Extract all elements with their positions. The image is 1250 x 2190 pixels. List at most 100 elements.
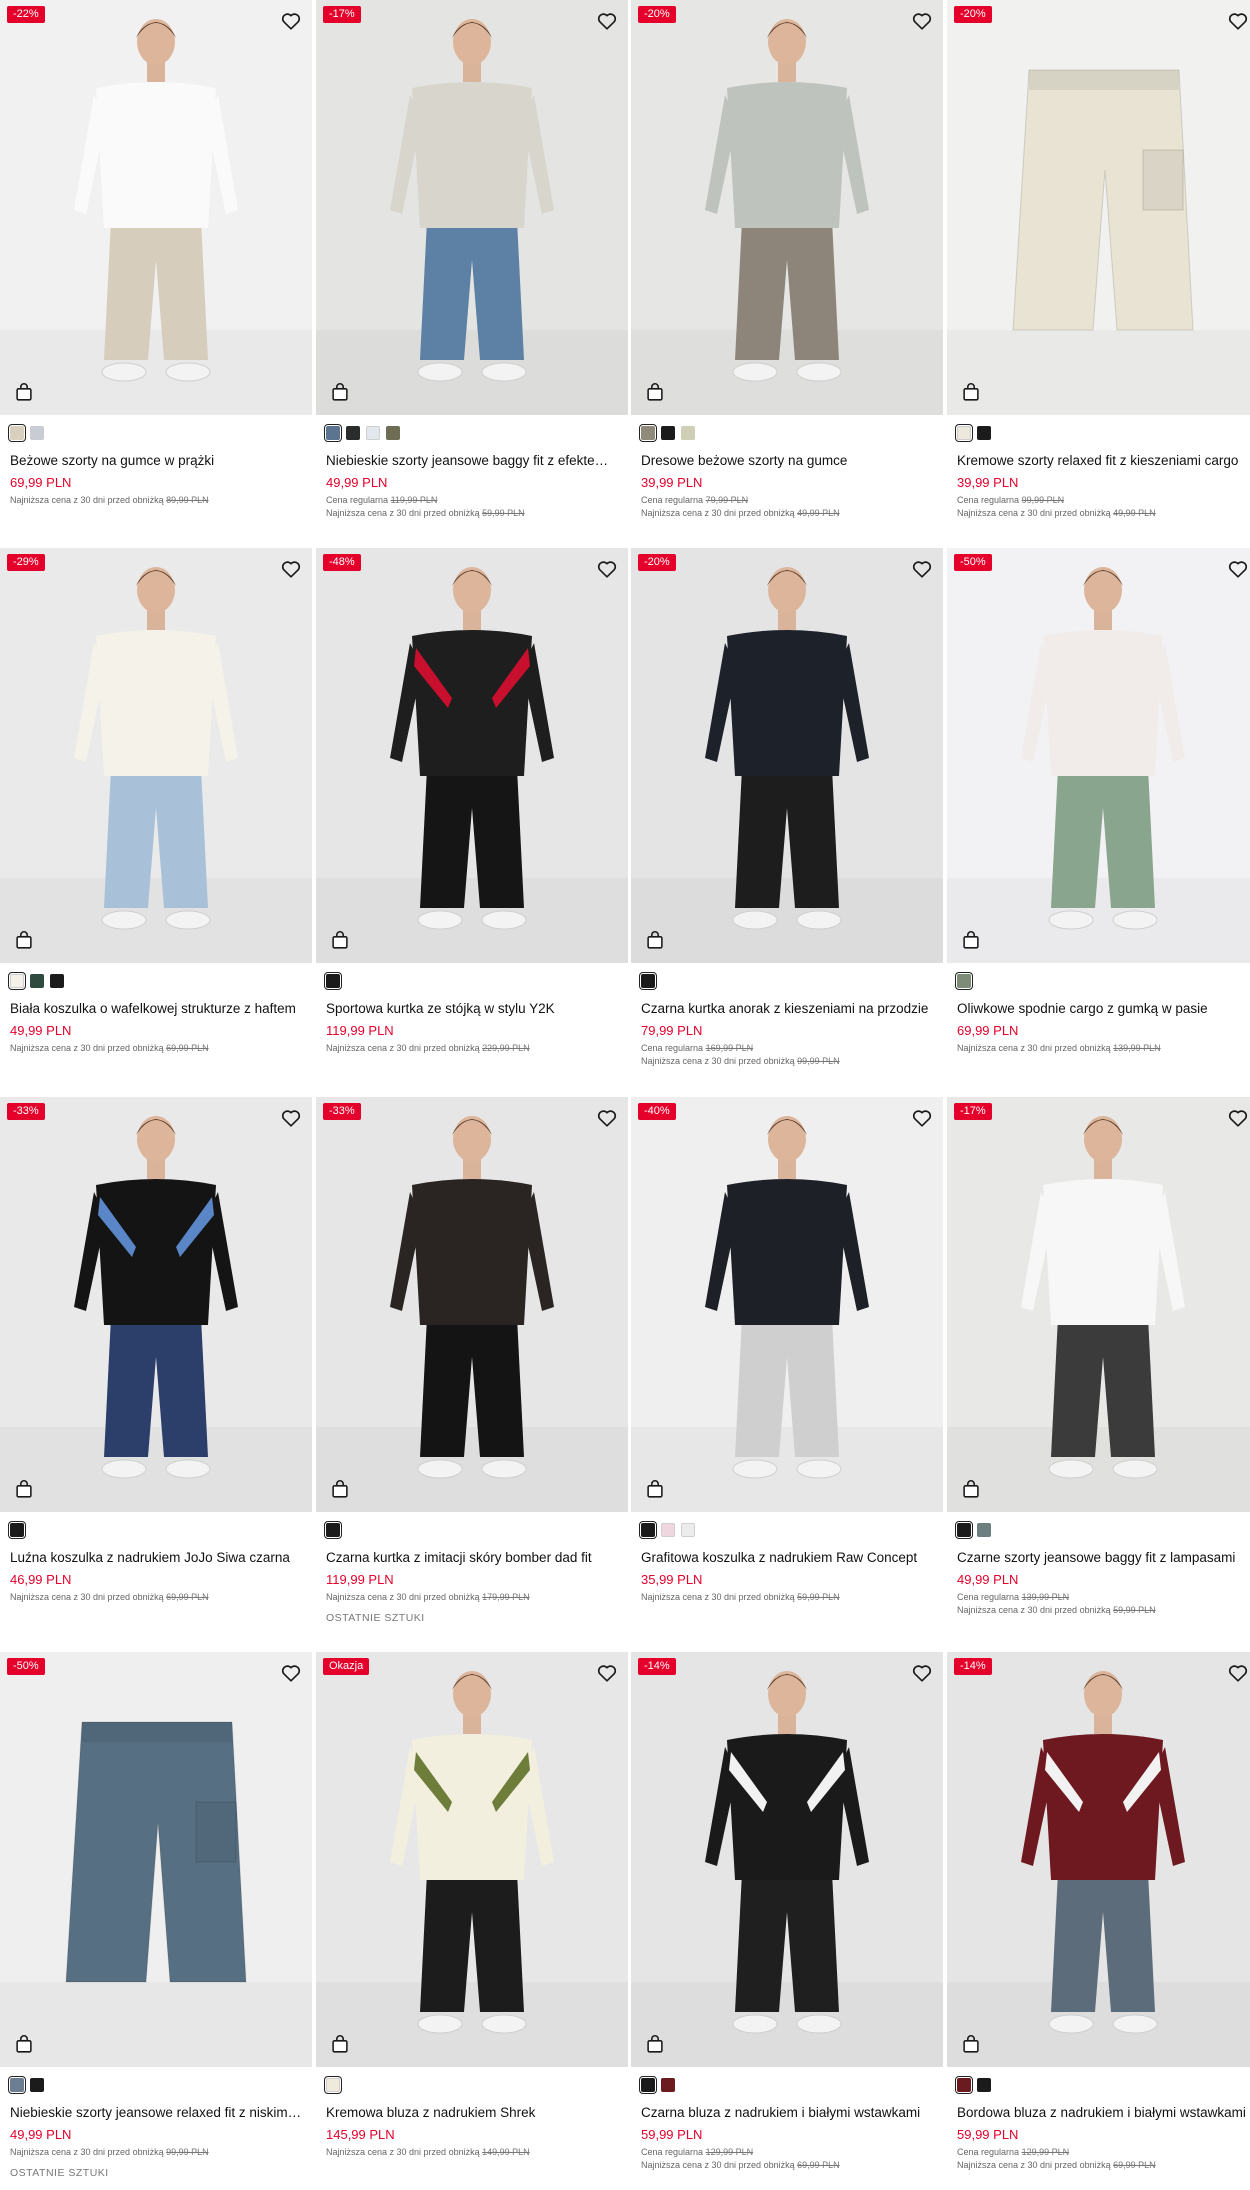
color-swatch[interactable] — [977, 1523, 991, 1537]
heart-icon[interactable] — [911, 1107, 933, 1129]
product-name[interactable]: Czarne szorty jeansowe baggy fit z lampa… — [957, 1549, 1249, 1567]
color-swatch[interactable] — [324, 424, 342, 442]
shopping-bag-icon[interactable] — [644, 1478, 666, 1500]
color-swatch[interactable] — [324, 2076, 342, 2094]
heart-icon[interactable] — [280, 10, 302, 32]
color-swatch[interactable] — [661, 426, 675, 440]
shopping-bag-icon[interactable] — [13, 1478, 35, 1500]
shopping-bag-icon[interactable] — [960, 2033, 982, 2055]
product-card[interactable]: -33% Luźna koszulka z nadrukiem JoJo Siw… — [0, 1097, 312, 1603]
product-image[interactable]: -29% — [0, 548, 312, 963]
product-image[interactable]: -50% — [0, 1652, 312, 2067]
color-swatch[interactable] — [681, 1523, 695, 1537]
product-card[interactable]: -29% Biała koszulka o wafelkowej struktu… — [0, 548, 312, 1054]
product-card[interactable]: -14% Bordowa bluza z nadrukiem i białymi… — [947, 1652, 1250, 2171]
product-name[interactable]: Czarna bluza z nadrukiem i białymi wstaw… — [641, 2104, 933, 2122]
color-swatch[interactable] — [681, 426, 695, 440]
color-swatch[interactable] — [50, 974, 64, 988]
product-card[interactable]: -48% Sportowa kurtka ze stójką w stylu Y… — [316, 548, 628, 1054]
product-image[interactable]: -50% — [947, 548, 1250, 963]
color-swatch[interactable] — [366, 426, 380, 440]
product-name[interactable]: Kremowa bluza z nadrukiem Shrek — [326, 2104, 618, 2122]
shopping-bag-icon[interactable] — [13, 381, 35, 403]
product-card[interactable]: -20% Dresowe beżowe szorty na gumce 39,9… — [631, 0, 943, 519]
product-card[interactable]: -20% Czarna kurtka anorak z kieszeniami … — [631, 548, 943, 1067]
color-swatch[interactable] — [955, 2076, 973, 2094]
shopping-bag-icon[interactable] — [13, 929, 35, 951]
product-name[interactable]: Beżowe szorty na gumce w prążki — [10, 452, 302, 470]
product-name[interactable]: Oliwkowe spodnie cargo z gumką w pasie — [957, 1000, 1249, 1018]
product-image[interactable]: -33% — [0, 1097, 312, 1512]
product-image[interactable]: -20% — [631, 548, 943, 963]
shopping-bag-icon[interactable] — [329, 929, 351, 951]
color-swatch[interactable] — [661, 1523, 675, 1537]
product-name[interactable]: Sportowa kurtka ze stójką w stylu Y2K — [326, 1000, 618, 1018]
color-swatch[interactable] — [8, 1521, 26, 1539]
product-name[interactable]: Dresowe beżowe szorty na gumce — [641, 452, 933, 470]
product-image[interactable]: -40% — [631, 1097, 943, 1512]
product-name[interactable]: Biała koszulka o wafelkowej strukturze z… — [10, 1000, 302, 1018]
product-image[interactable]: -20% — [947, 0, 1250, 415]
product-image[interactable]: -33% — [316, 1097, 628, 1512]
color-swatch[interactable] — [30, 426, 44, 440]
heart-icon[interactable] — [1227, 1107, 1249, 1129]
product-image[interactable]: Okazja — [316, 1652, 628, 2067]
heart-icon[interactable] — [596, 558, 618, 580]
product-image[interactable]: -14% — [631, 1652, 943, 2067]
shopping-bag-icon[interactable] — [329, 1478, 351, 1500]
heart-icon[interactable] — [1227, 558, 1249, 580]
color-swatch[interactable] — [346, 426, 360, 440]
product-image[interactable]: -14% — [947, 1652, 1250, 2067]
product-card[interactable]: -40% Grafitowa koszulka z nadrukiem Raw … — [631, 1097, 943, 1603]
product-name[interactable]: Bordowa bluza z nadrukiem i białymi wsta… — [957, 2104, 1249, 2122]
heart-icon[interactable] — [911, 558, 933, 580]
color-swatch[interactable] — [8, 2076, 26, 2094]
heart-icon[interactable] — [280, 558, 302, 580]
product-card[interactable]: -22% Beżowe szorty na gumce w prążki 69,… — [0, 0, 312, 506]
color-swatch[interactable] — [324, 972, 342, 990]
color-swatch[interactable] — [386, 426, 400, 440]
product-image[interactable]: -17% — [316, 0, 628, 415]
color-swatch[interactable] — [977, 2078, 991, 2092]
product-name[interactable]: Luźna koszulka z nadrukiem JoJo Siwa cza… — [10, 1549, 302, 1567]
product-name[interactable]: Niebieskie szorty jeansowe baggy fit z e… — [326, 452, 618, 470]
shopping-bag-icon[interactable] — [960, 929, 982, 951]
color-swatch[interactable] — [977, 426, 991, 440]
color-swatch[interactable] — [324, 1521, 342, 1539]
heart-icon[interactable] — [1227, 1662, 1249, 1684]
color-swatch[interactable] — [955, 972, 973, 990]
product-card[interactable]: -33% Czarna kurtka z imitacji skóry bomb… — [316, 1097, 628, 1624]
heart-icon[interactable] — [911, 1662, 933, 1684]
shopping-bag-icon[interactable] — [960, 1478, 982, 1500]
heart-icon[interactable] — [280, 1107, 302, 1129]
product-card[interactable]: -20% Kremowe szorty relaxed fit z kiesze… — [947, 0, 1250, 519]
product-image[interactable]: -20% — [631, 0, 943, 415]
shopping-bag-icon[interactable] — [644, 2033, 666, 2055]
product-card[interactable]: -50% Oliwkowe spodnie cargo z gumką w pa… — [947, 548, 1250, 1054]
shopping-bag-icon[interactable] — [644, 381, 666, 403]
product-name[interactable]: Czarna kurtka z imitacji skóry bomber da… — [326, 1549, 618, 1567]
product-card[interactable]: Okazja Kremowa bluza z nadrukiem Shrek 1… — [316, 1652, 628, 2158]
color-swatch[interactable] — [639, 2076, 657, 2094]
heart-icon[interactable] — [596, 10, 618, 32]
product-card[interactable]: -17% Czarne szorty jeansowe baggy fit z … — [947, 1097, 1250, 1616]
product-card[interactable]: -50% Niebieskie szorty jeansowe relaxed … — [0, 1652, 312, 2179]
heart-icon[interactable] — [596, 1662, 618, 1684]
shopping-bag-icon[interactable] — [13, 2033, 35, 2055]
shopping-bag-icon[interactable] — [644, 929, 666, 951]
color-swatch[interactable] — [30, 974, 44, 988]
product-image[interactable]: -22% — [0, 0, 312, 415]
color-swatch[interactable] — [639, 1521, 657, 1539]
product-image[interactable]: -48% — [316, 548, 628, 963]
product-image[interactable]: -17% — [947, 1097, 1250, 1512]
product-name[interactable]: Czarna kurtka anorak z kieszeniami na pr… — [641, 1000, 933, 1018]
heart-icon[interactable] — [1227, 10, 1249, 32]
color-swatch[interactable] — [8, 424, 26, 442]
shopping-bag-icon[interactable] — [329, 2033, 351, 2055]
color-swatch[interactable] — [8, 972, 26, 990]
color-swatch[interactable] — [30, 2078, 44, 2092]
shopping-bag-icon[interactable] — [960, 381, 982, 403]
color-swatch[interactable] — [639, 972, 657, 990]
heart-icon[interactable] — [596, 1107, 618, 1129]
product-name[interactable]: Kremowe szorty relaxed fit z kieszeniami… — [957, 452, 1249, 470]
